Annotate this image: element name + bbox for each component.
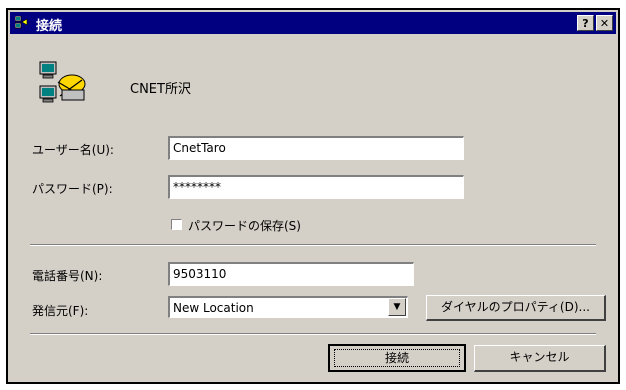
divider-bottom — [30, 333, 596, 335]
divider-top — [30, 244, 596, 246]
dial-from-label: 発信元(F): — [32, 304, 89, 318]
cancel-button-label: キャンセル — [509, 350, 570, 364]
connection-name: CNET所沢 — [130, 82, 191, 97]
chevron-down-icon[interactable]: ▼ — [388, 298, 406, 316]
username-label: ユーザー名(U): — [32, 143, 114, 157]
phone-label: 電話番号(N): — [32, 269, 103, 283]
save-password-checkbox[interactable] — [171, 219, 182, 230]
window-title: 接続 — [36, 19, 63, 34]
focus-rectangle — [334, 349, 460, 367]
save-password-label[interactable]: パスワードの保存(S) — [188, 217, 301, 234]
title-bar[interactable]: 接続 ? ✕ — [10, 12, 616, 34]
dial-from-select[interactable]: New Location — [168, 296, 408, 318]
connect-dialog: 接続 ? ✕ CNET所沢 ユーザー名(U): CnetTaro パスワード(P… — [6, 8, 620, 384]
password-label: パスワード(P): — [32, 182, 113, 196]
dialup-network-icon — [14, 15, 31, 33]
username-input[interactable]: CnetTaro — [168, 136, 464, 160]
phone-number-input[interactable]: 9503110 — [168, 262, 414, 286]
dial-properties-button[interactable]: ダイヤルのプロパティ(D)... — [426, 295, 606, 321]
connect-button[interactable]: 接続 — [328, 344, 466, 372]
dialup-connection-icon — [38, 60, 90, 111]
close-button[interactable]: ✕ — [596, 15, 613, 31]
password-input[interactable]: ******** — [168, 175, 464, 199]
cancel-button[interactable]: キャンセル — [474, 345, 606, 372]
dial-properties-label: ダイヤルのプロパティ(D)... — [441, 300, 590, 314]
help-button[interactable]: ? — [577, 15, 594, 31]
